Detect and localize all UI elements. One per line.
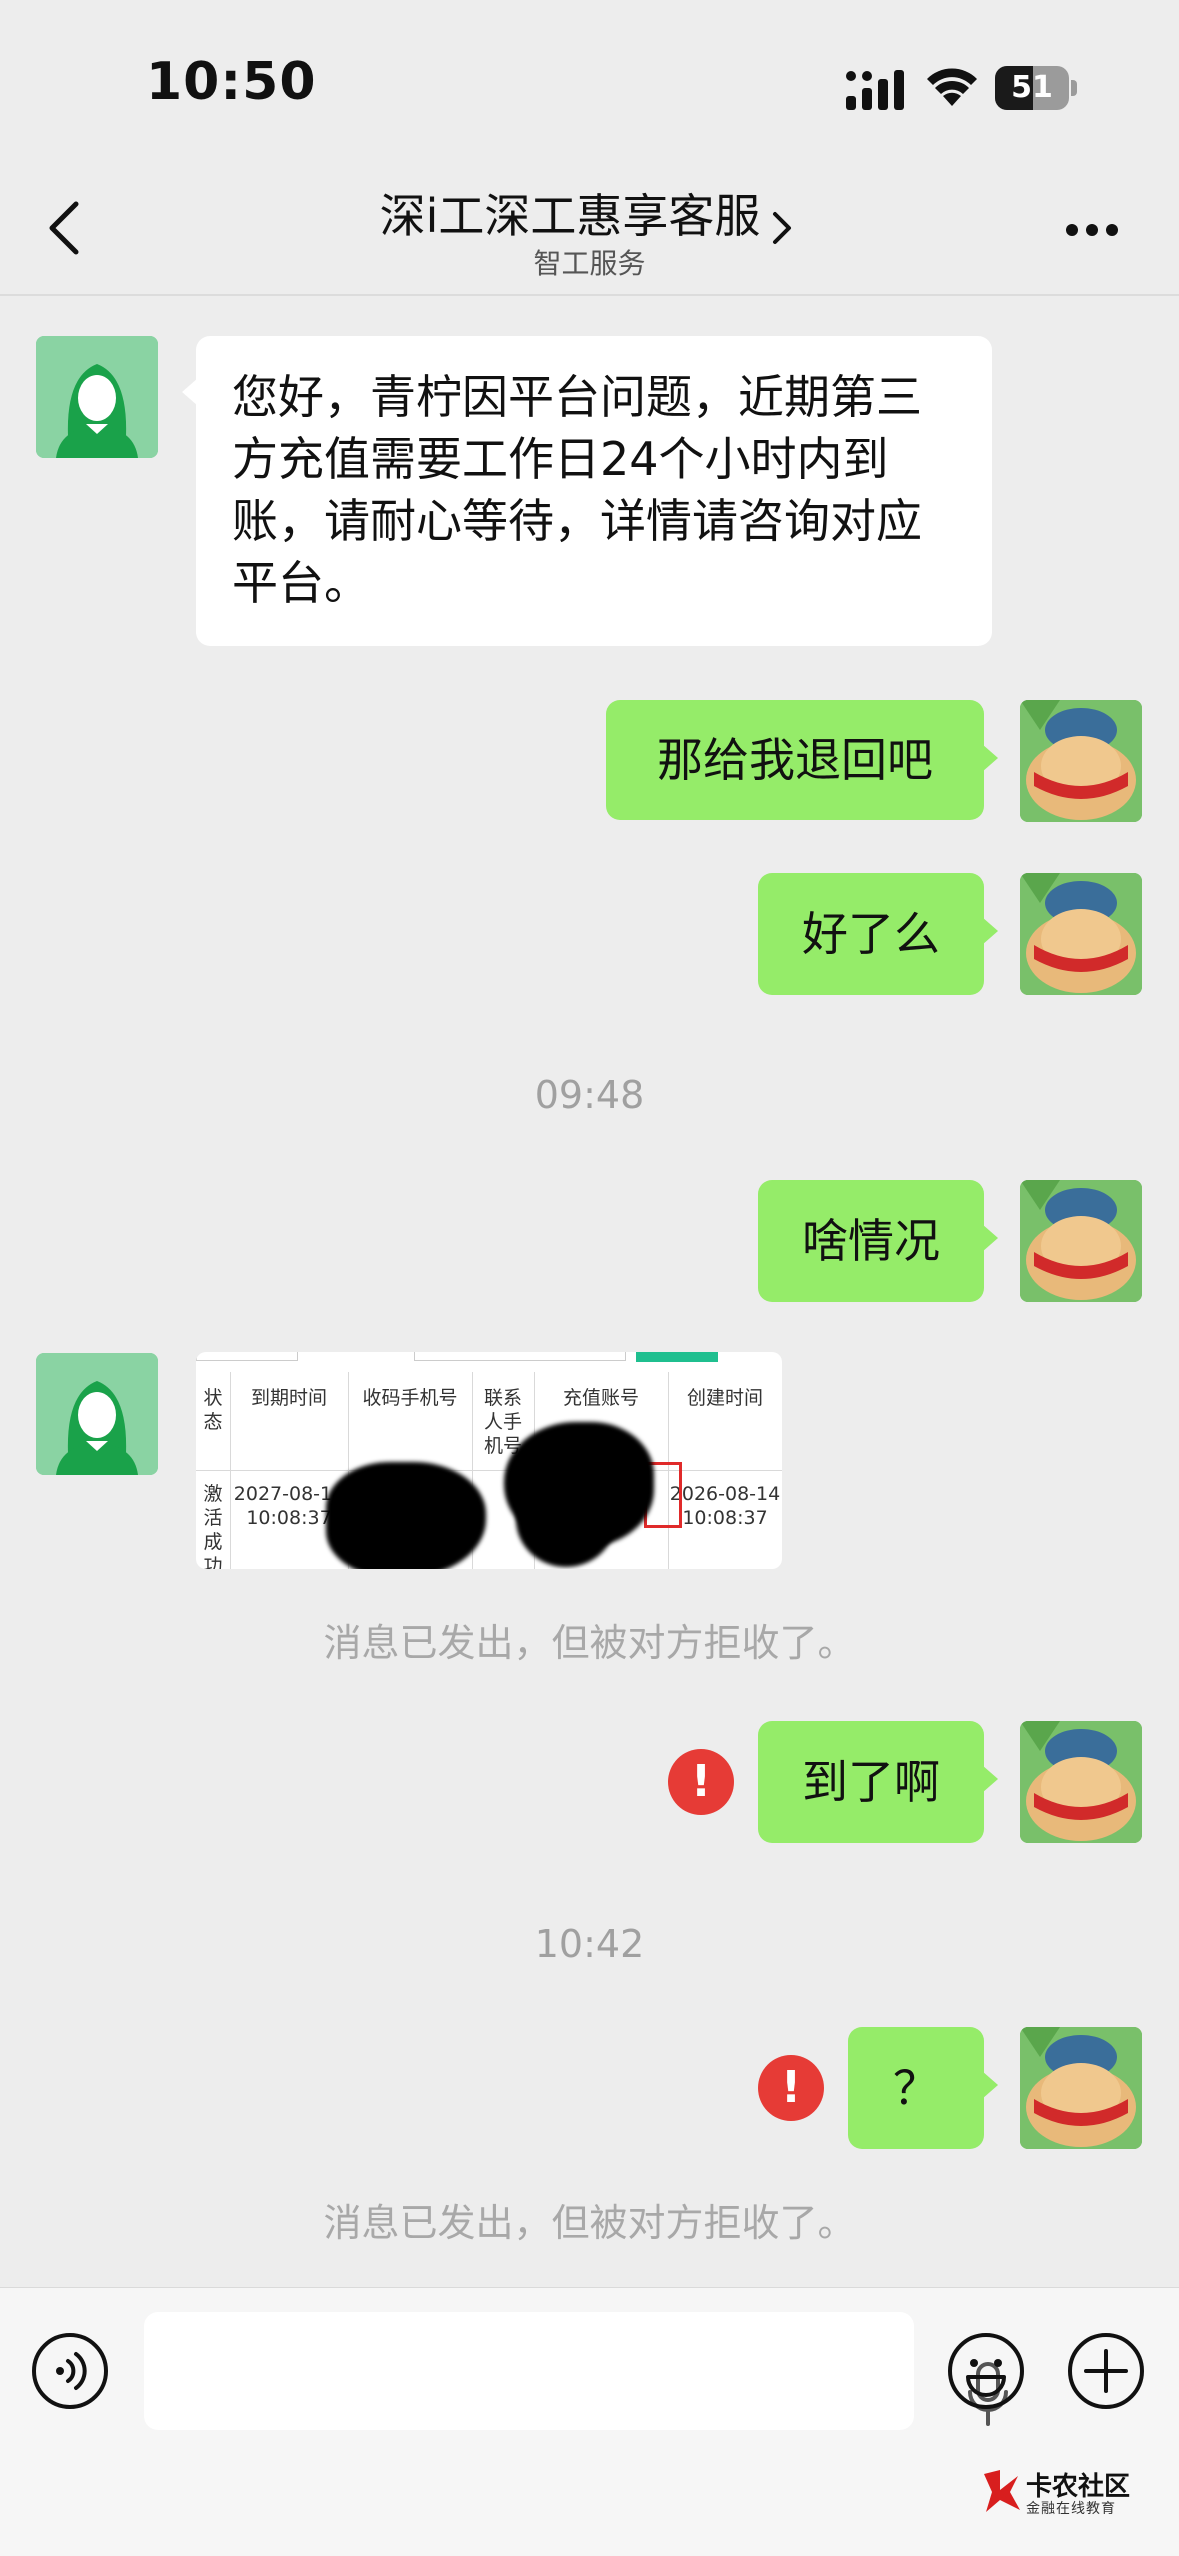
table-header: 收码手机号: [362, 1387, 458, 1409]
agent-avatar-icon: [36, 1353, 158, 1475]
chat-title: 深i工深工惠享客服: [379, 189, 761, 243]
send-failed-icon[interactable]: !: [668, 1749, 734, 1815]
user-message-bubble[interactable]: 到了啊: [758, 1721, 998, 1843]
user-avatar[interactable]: [1020, 2027, 1142, 2149]
user-message-bubble[interactable]: 那给我退回吧: [606, 700, 998, 820]
table-cell-line: 成功: [203, 1531, 223, 1569]
chat-subtitle: 智工服务: [533, 247, 646, 280]
message-text: ？: [893, 2061, 939, 2115]
message-text: 到了啊: [802, 1755, 940, 1809]
cellular-signal-icon: [846, 70, 904, 110]
timestamp: 10:42: [534, 1922, 645, 1966]
screenshot-table: 状态 到期时间 收码手机号 联系 人手 机号 充值账号 创建时间 激活 成功 2…: [196, 1352, 782, 1569]
watermark: 卡农社区 金融在线教育: [980, 2462, 1170, 2522]
table-cell: 激活 成功: [196, 1482, 230, 1569]
redaction-mark: [326, 1462, 486, 1569]
message-input[interactable]: [144, 2312, 1008, 2430]
watermark-logo-icon: [984, 2470, 1020, 2512]
status-time: 10:50: [146, 52, 317, 112]
user-avatar[interactable]: [1020, 1180, 1142, 1302]
user-message-bubble[interactable]: ？: [848, 2027, 998, 2149]
image-message[interactable]: 状态 到期时间 收码手机号 联系 人手 机号 充值账号 创建时间 激活 成功 2…: [196, 1352, 782, 1569]
header-divider: [0, 294, 1179, 296]
watermark-sub: 金融在线教育: [1026, 2501, 1116, 2517]
agent-avatar[interactable]: [36, 336, 158, 458]
chat-title-button[interactable]: 深i工深工惠享客服: [250, 180, 929, 248]
user-avatar-icon: [1020, 1180, 1142, 1302]
message-text: 那给我退回吧: [657, 733, 933, 787]
battery-icon: 51: [995, 66, 1077, 110]
wifi-icon: [927, 68, 977, 106]
status-bar: 10:50 51: [0, 0, 1179, 170]
user-avatar-icon: [1020, 873, 1142, 995]
rejected-notice: 消息已发出，但被对方拒收了。: [323, 1621, 856, 1665]
table-header: 充值账号: [562, 1387, 639, 1409]
table-header-line: 人手: [483, 1411, 522, 1433]
table-header: 创建时间: [686, 1387, 763, 1409]
more-icon[interactable]: [1064, 222, 1120, 238]
send-failed-icon[interactable]: !: [758, 2055, 824, 2121]
table-header: 状态: [203, 1387, 223, 1433]
back-icon[interactable]: [42, 198, 92, 258]
emoji-icon[interactable]: [946, 2331, 1026, 2411]
agent-message-bubble[interactable]: 您好，青柠因平台问题，近期第三方充值需要工作日24个小时内到账，请耐心等待，详情…: [182, 336, 992, 646]
table-cell-line: 激活: [203, 1483, 223, 1529]
redaction-mark: [516, 1472, 616, 1567]
agent-avatar[interactable]: [36, 1353, 158, 1475]
message-text: 您好，青柠因平台问题，近期第三方充值需要工作日24个小时内到账，请耐心等待，详情…: [232, 370, 922, 610]
chat-header: 深i工深工惠享客服 智工服务: [0, 170, 1179, 295]
user-message-bubble[interactable]: 好了么: [758, 873, 998, 995]
battery-level: 51: [1011, 70, 1053, 105]
table-cell-line: 2026-08-14: [669, 1483, 781, 1505]
user-avatar-icon: [1020, 1721, 1142, 1843]
timestamp: 09:48: [534, 1073, 645, 1117]
message-text: 好了么: [802, 907, 940, 961]
user-avatar-icon: [1020, 700, 1142, 822]
user-avatar-icon: [1020, 2027, 1142, 2149]
table-cell-line: 10:08:37: [682, 1507, 768, 1529]
plus-icon[interactable]: [1066, 2331, 1146, 2411]
user-avatar[interactable]: [1020, 873, 1142, 995]
voice-mode-icon[interactable]: [30, 2331, 110, 2411]
table-header-line: 联系: [483, 1387, 522, 1409]
message-text: 啥情况: [802, 1214, 940, 1268]
rejected-notice: 消息已发出，但被对方拒收了。: [323, 2201, 856, 2245]
input-divider: [0, 2287, 1179, 2288]
user-avatar[interactable]: [1020, 700, 1142, 822]
table-cell: 2026-08-14 10:08:37: [668, 1482, 782, 1530]
table-header: 到期时间: [250, 1387, 327, 1409]
agent-avatar-icon: [36, 336, 158, 458]
user-avatar[interactable]: [1020, 1721, 1142, 1843]
user-message-bubble[interactable]: 啥情况: [758, 1180, 998, 1302]
